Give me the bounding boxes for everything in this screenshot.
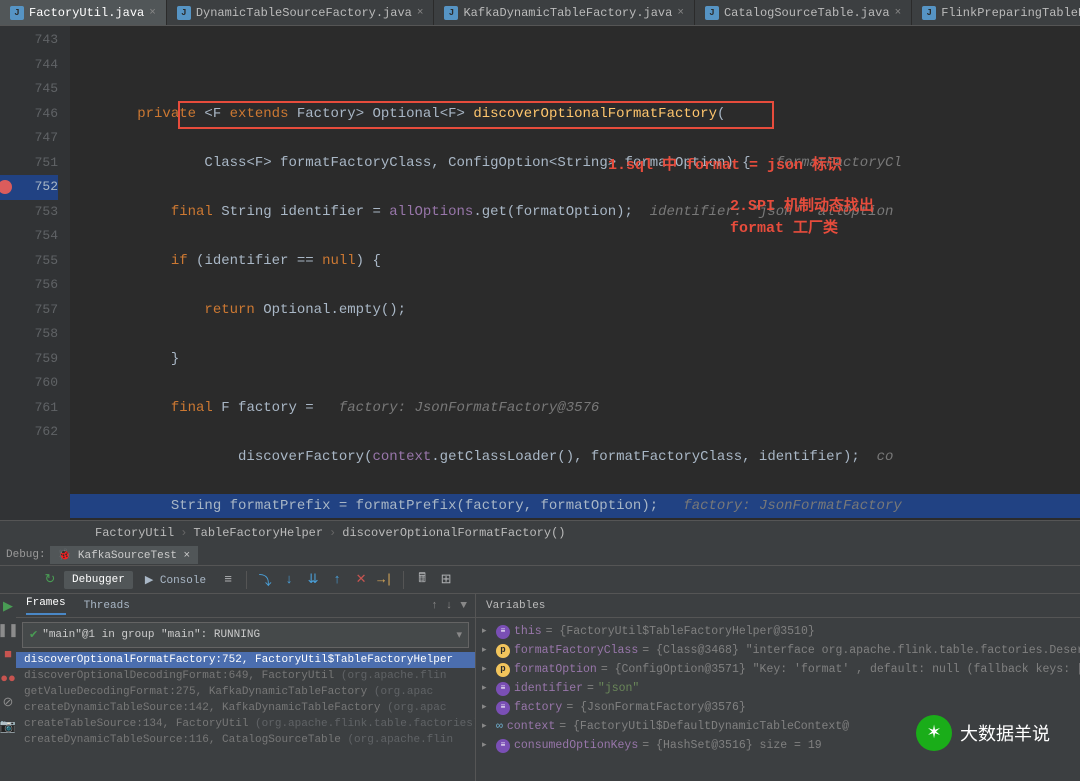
- variable-row[interactable]: ▸p formatOption = {ConfigOption@3571} "K…: [482, 660, 1080, 679]
- line-gutter: 7437447457467477517527537547557567577587…: [0, 26, 70, 520]
- stop-icon[interactable]: ■: [0, 646, 16, 662]
- frames-header: Frames Threads ↑ ↓ ▼: [16, 594, 475, 618]
- variable-row[interactable]: ▸≡ this = {FactoryUtil$TableFactoryHelpe…: [482, 622, 1080, 641]
- evaluate-icon[interactable]: 🖩: [412, 570, 432, 590]
- debug-sidebar: ▶ ❚❚ ■ ●● ⊘ 📷: [0, 594, 16, 781]
- stack-frame[interactable]: createDynamicTableSource:116, CatalogSou…: [16, 732, 475, 748]
- close-icon[interactable]: ×: [677, 7, 684, 19]
- java-icon: J: [922, 6, 936, 20]
- java-icon: J: [177, 6, 191, 20]
- annotation-2: 2.SPI 机制动态找出format 工厂类: [730, 196, 874, 240]
- java-icon: J: [10, 6, 24, 20]
- thread-selector[interactable]: ✔"main"@1 in group "main": RUNNING▾: [22, 622, 469, 648]
- highlight-box: [178, 101, 774, 129]
- java-icon: J: [444, 6, 458, 20]
- tab-file[interactable]: JDynamicTableSourceFactory.java×: [167, 0, 435, 25]
- stack-frame[interactable]: getValueDecodingFormat:275, KafkaDynamic…: [16, 684, 475, 700]
- breadcrumbs[interactable]: FactoryUtil› TableFactoryHelper› discove…: [0, 520, 1080, 544]
- breakpoints-icon[interactable]: ●●: [0, 670, 16, 686]
- rerun-icon[interactable]: ↻: [40, 570, 60, 590]
- console-tab[interactable]: ▶ Console: [137, 570, 214, 590]
- variables-panel: Variables ▸≡ this = {FactoryUtil$TableFa…: [476, 594, 1080, 781]
- debugger-tab[interactable]: Debugger: [64, 571, 133, 589]
- watermark: ✶ 大数据羊说: [916, 715, 1050, 751]
- tab-factoryutil[interactable]: JFactoryUtil.java×: [0, 0, 167, 25]
- stack-frame[interactable]: discoverOptionalDecodingFormat:649, Fact…: [16, 668, 475, 684]
- stack-frame[interactable]: discoverOptionalFormatFactory:752, Facto…: [16, 652, 475, 668]
- java-icon: J: [705, 6, 719, 20]
- mute-bp-icon[interactable]: ⊘: [0, 694, 16, 710]
- frames-list[interactable]: discoverOptionalFormatFactory:752, Facto…: [16, 652, 475, 781]
- annotation-1: 1.sql 中 format = json 标识: [608, 154, 842, 179]
- resume-icon[interactable]: ▶: [0, 598, 16, 614]
- threads-tab[interactable]: Threads: [84, 600, 130, 612]
- debug-tabs: Debug: 🐞 KafkaSourceTest ×: [0, 544, 1080, 566]
- variable-row[interactable]: ▸p formatFactoryClass = {Class@3468} "in…: [482, 641, 1080, 660]
- stack-frame[interactable]: createDynamicTableSource:142, KafkaDynam…: [16, 700, 475, 716]
- stack-frame[interactable]: createTableSource:134, FactoryUtil (org.…: [16, 716, 475, 732]
- trace-icon[interactable]: ⊞: [436, 570, 456, 590]
- debug-config-tab[interactable]: 🐞 KafkaSourceTest ×: [50, 546, 199, 564]
- step-out-icon[interactable]: ↑: [327, 570, 347, 590]
- run-to-cursor-icon[interactable]: →|: [375, 570, 395, 590]
- debug-label: Debug:: [6, 549, 46, 561]
- next-frame-icon[interactable]: ↓: [446, 600, 453, 612]
- filter-icon[interactable]: ▼: [460, 600, 467, 612]
- frames-panel: Frames Threads ↑ ↓ ▼ ✔"main"@1 in group …: [16, 594, 476, 781]
- close-icon[interactable]: ×: [149, 7, 156, 19]
- prev-frame-icon[interactable]: ↑: [431, 600, 438, 612]
- code-editor[interactable]: 7437447457467477517527537547557567577587…: [0, 26, 1080, 520]
- variable-row[interactable]: ▸≡ identifier = "json": [482, 679, 1080, 698]
- threads-icon[interactable]: ≡: [218, 570, 238, 590]
- variables-list[interactable]: ▸≡ this = {FactoryUtil$TableFactoryHelpe…: [476, 618, 1080, 781]
- debug-toolbar: ↻ Debugger ▶ Console ≡ ⤵ ↓ ⇊ ↑ ✕ →| 🖩 ⊞: [0, 566, 1080, 594]
- pause-icon[interactable]: ❚❚: [0, 622, 16, 638]
- code-area[interactable]: private <F extends Factory> Optional<F> …: [70, 26, 1080, 520]
- force-step-icon[interactable]: ⇊: [303, 570, 323, 590]
- close-icon[interactable]: ×: [895, 7, 902, 19]
- close-icon[interactable]: ×: [417, 7, 424, 19]
- step-into-icon[interactable]: ↓: [279, 570, 299, 590]
- wechat-icon: ✶: [916, 715, 952, 751]
- tab-file[interactable]: JFlinkPreparingTableBase.java×: [912, 0, 1080, 25]
- frames-tab[interactable]: Frames: [26, 597, 66, 615]
- drop-frame-icon[interactable]: ✕: [351, 570, 371, 590]
- tab-file[interactable]: JCatalogSourceTable.java×: [695, 0, 912, 25]
- step-over-icon[interactable]: ⤵: [255, 570, 275, 590]
- editor-tabs: JFactoryUtil.java× JDynamicTableSourceFa…: [0, 0, 1080, 26]
- settings-icon[interactable]: 📷: [0, 718, 16, 734]
- tab-file[interactable]: JKafkaDynamicTableFactory.java×: [434, 0, 694, 25]
- variables-header: Variables: [476, 594, 1080, 618]
